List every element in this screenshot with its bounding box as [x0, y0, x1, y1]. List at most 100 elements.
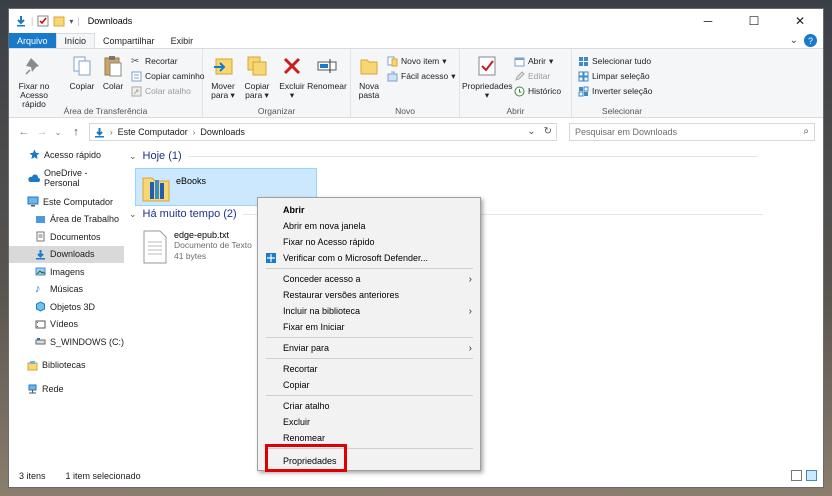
menu-delete[interactable]: Excluir — [258, 414, 480, 430]
nav-network-label: Rede — [42, 383, 64, 394]
tab-inicio[interactable]: Início — [55, 33, 96, 48]
copy-to-button[interactable]: Copiar para ▾ — [240, 55, 274, 100]
invert-selection-button[interactable]: Inverter seleção — [578, 84, 652, 98]
nav-3d-objects[interactable]: Objetos 3D — [9, 298, 124, 316]
forward-arrow-icon[interactable]: → — [35, 126, 49, 138]
tiles-view-icon[interactable] — [806, 470, 817, 481]
search-icon[interactable]: ⌕ — [803, 126, 809, 137]
new-item-button[interactable]: Novo item ▾ — [387, 54, 447, 68]
menu-cut[interactable]: Recortar — [258, 361, 480, 377]
breadcrumb-this-pc[interactable]: Este Computador — [118, 127, 188, 137]
easy-access-button[interactable]: Fácil acesso ▾ — [387, 69, 456, 83]
delete-button[interactable]: Excluir ▾ — [277, 55, 307, 100]
qat-dropdown-icon[interactable]: ▾ — [69, 17, 73, 26]
new-folder-button[interactable]: Nova pasta — [353, 55, 385, 100]
details-view-icon[interactable] — [791, 470, 802, 481]
maximize-icon[interactable]: ☐ — [731, 9, 777, 33]
open-group-label: Abrir — [506, 106, 525, 116]
nav-network[interactable]: Rede — [9, 380, 124, 398]
nav-images[interactable]: Imagens — [9, 263, 124, 281]
nav-documents[interactable]: Documentos — [9, 228, 124, 246]
properties-qat-icon[interactable] — [37, 15, 49, 27]
menu-give-access[interactable]: Conceder acesso a › — [258, 271, 480, 287]
menu-send-to[interactable]: Enviar para › — [258, 340, 480, 356]
nav-libraries[interactable]: Bibliotecas — [9, 357, 124, 375]
recent-locations-icon[interactable]: ⌄ — [51, 128, 65, 137]
cut-button[interactable]: ✂ Recortar — [131, 54, 178, 68]
menu-pin-start[interactable]: Fixar em Iniciar — [258, 319, 480, 335]
copy-to-icon — [247, 56, 267, 76]
select-all-button[interactable]: Selecionar tudo — [578, 54, 651, 68]
menu-restore-versions[interactable]: Restaurar versões anteriores — [258, 287, 480, 303]
menu-open-new-window[interactable]: Abrir em nova janela — [258, 218, 480, 234]
history-label: Histórico — [528, 86, 562, 96]
nav-drive-c[interactable]: S_WINDOWS (C:) — [9, 333, 124, 351]
paste-shortcut-button[interactable]: Colar atalho — [131, 84, 191, 98]
clipboard-group-label: Área de Transferência — [63, 106, 148, 116]
refresh-icon[interactable]: ↻ — [544, 126, 552, 137]
nav-quick-access[interactable]: Acesso rápido — [9, 146, 124, 164]
new-folder-qat-icon[interactable] — [53, 15, 65, 27]
menu-separator — [266, 268, 473, 269]
paste-button[interactable]: Colar — [98, 55, 128, 91]
search-input[interactable]: Pesquisar em Downloads ⌕ — [569, 123, 815, 141]
move-to-icon — [214, 58, 233, 75]
nav-desktop[interactable]: Área de Trabalho — [9, 211, 124, 229]
nav-videos[interactable]: Vídeos — [9, 316, 124, 334]
nav-onedrive[interactable]: OneDrive - Personal — [9, 168, 124, 188]
address-dropdown-icon[interactable]: ⌄ — [527, 126, 535, 137]
tab-arquivo[interactable]: Arquivo — [9, 33, 56, 48]
pin-quick-access-label: Fixar no Acesso rápido — [18, 81, 50, 109]
minimize-icon[interactable]: ─ — [685, 9, 731, 33]
menu-copy[interactable]: Copiar — [258, 377, 480, 393]
nav-music[interactable]: ♪ Músicas — [9, 281, 124, 299]
tab-exibir[interactable]: Exibir — [163, 33, 202, 48]
properties-button[interactable]: Propriedades ▾ — [462, 55, 513, 100]
tab-compartilhar[interactable]: Compartilhar — [95, 33, 163, 48]
address-bar[interactable]: › Este Computador › Downloads ⌄ ↻ — [89, 123, 557, 141]
breadcrumb-downloads[interactable]: Downloads — [200, 127, 245, 137]
nav-this-pc[interactable]: Este Computador — [9, 193, 124, 211]
menu-open[interactable]: Abrir — [258, 202, 480, 218]
edit-icon — [515, 70, 525, 81]
clipboard-group: Fixar no Acesso rápido Copiar Colar ✂ Re… — [9, 49, 205, 117]
address-row: ← → ⌄ ↑ › Este Computador › Downloads ⌄ … — [9, 118, 823, 146]
select-group-label: Selecionar — [601, 106, 643, 116]
nav-downloads[interactable]: Downloads — [9, 245, 124, 263]
menu-include-library[interactable]: Incluir na biblioteca › — [258, 303, 480, 319]
copy-path-button[interactable]: Copiar caminho — [131, 69, 205, 83]
desktop-icon — [36, 215, 45, 223]
cube-icon — [36, 301, 45, 312]
new-item-label: Novo item — [401, 56, 440, 66]
close-icon[interactable]: ✕ — [777, 9, 823, 33]
select-none-button[interactable]: Limpar seleção — [578, 69, 650, 83]
nav-this-pc-label: Este Computador — [43, 196, 114, 207]
invert-selection-icon — [578, 86, 589, 96]
move-to-button[interactable]: Mover para ▾ — [207, 55, 239, 100]
history-button[interactable]: Histórico — [514, 84, 561, 98]
group-collapse-icon-2[interactable]: ⌄ — [129, 209, 137, 220]
menu-defender[interactable]: Verificar com o Microsoft Defender... — [258, 250, 480, 266]
open-button[interactable]: Abrir ▾ — [514, 54, 553, 68]
back-arrow-icon[interactable]: ← — [17, 126, 31, 138]
cloud-icon — [28, 174, 40, 182]
rename-button[interactable]: Renomear — [307, 55, 347, 91]
menu-create-shortcut[interactable]: Criar atalho — [258, 398, 480, 414]
downloads-location-icon — [95, 127, 104, 137]
file-edge-epub[interactable]: edge-epub.txt Documento de Texto 41 byte… — [142, 228, 272, 266]
up-arrow-icon[interactable]: ↑ — [69, 126, 83, 138]
menu-pin-quick-access[interactable]: Fixar no Acesso rápido — [258, 234, 480, 250]
help-icon[interactable]: ? — [804, 34, 817, 47]
group-collapse-icon[interactable]: ⌄ — [129, 151, 137, 162]
group-header-today[interactable]: ⌄ Hoje (1) — [129, 150, 758, 162]
context-menu: Abrir Abrir em nova janela Fixar no Aces… — [257, 197, 481, 471]
drive-icon — [35, 338, 46, 345]
copy-path-icon — [131, 71, 142, 81]
edit-button[interactable]: Editar — [514, 69, 550, 83]
collapse-ribbon-icon[interactable]: ⌄ — [790, 35, 798, 46]
file-type: Documento de Texto — [174, 240, 252, 250]
pin-quick-access-button[interactable]: Fixar no Acesso rápido — [11, 55, 57, 109]
select-none-label: Limpar seleção — [592, 71, 650, 81]
copy-button[interactable]: Copiar — [64, 55, 100, 91]
menu-separator-3 — [266, 358, 473, 359]
